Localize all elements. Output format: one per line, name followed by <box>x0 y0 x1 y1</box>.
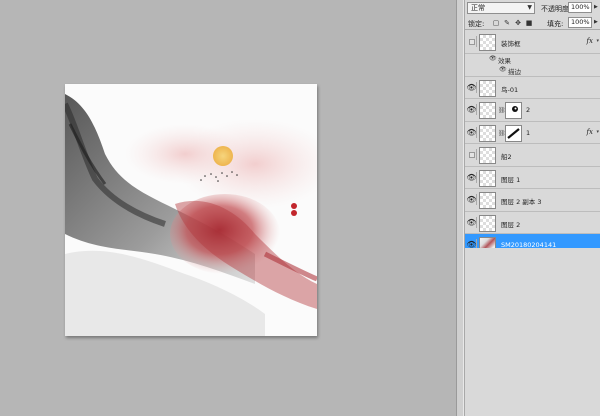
fx-icon[interactable]: fx <box>586 37 593 45</box>
layer-name: 鸟-01 <box>501 85 519 94</box>
layer-name: 1 <box>526 128 531 137</box>
layer-name: 图层 1 <box>501 175 521 184</box>
expand-effects-icon[interactable]: ▾ <box>596 129 599 135</box>
effect-stroke-label: 描边 <box>508 67 521 76</box>
opacity-value: 100% <box>571 3 590 11</box>
layer-thumbnail <box>479 102 496 119</box>
layer-thumbnail <box>479 124 496 142</box>
lock-transparent-icon[interactable]: ▢ <box>492 19 500 27</box>
fill-label: 填充: <box>547 20 564 28</box>
fx-icon[interactable]: fx <box>586 128 593 136</box>
layer-thumbnail <box>479 79 496 97</box>
blend-opacity-row: 正常 ▼ 不透明度: 100% ▶ <box>465 0 600 16</box>
opacity-input[interactable]: 100% <box>568 2 592 13</box>
ink-landscape-artwork <box>65 84 317 336</box>
canvas-workspace[interactable] <box>0 0 456 416</box>
expand-effects-icon[interactable]: ▾ <box>596 38 599 44</box>
eye-icon[interactable]: 👁 <box>466 194 477 205</box>
layer-thumbnail <box>479 34 496 51</box>
layer-name: 2 <box>526 106 531 114</box>
fill-value: 100% <box>571 18 590 26</box>
visibility-toggle[interactable] <box>467 36 477 47</box>
panel-divider[interactable] <box>456 0 464 416</box>
effect-stroke-row[interactable]: 👁 描边 <box>465 64 600 77</box>
layers-panel: 正常 ▼ 不透明度: 100% ▶ 锁定: ▢ ✎ ✥ ■ 填充: 100% ▶… <box>464 0 600 416</box>
layer-row-decoration-frame[interactable]: 装饰框 fx ▾ <box>465 31 600 54</box>
eye-icon[interactable]: 👁 <box>499 66 507 73</box>
sun-shape <box>213 146 233 166</box>
layer-row-layer-1[interactable]: 👁 图层 1 <box>465 166 600 189</box>
blend-mode-value: 正常 <box>471 4 485 12</box>
effects-label: 效果 <box>498 56 511 65</box>
visibility-empty-box <box>468 38 475 45</box>
fill-arrow-icon[interactable]: ▶ <box>594 19 598 25</box>
layer-row-boat[interactable]: 船2 <box>465 144 600 167</box>
layer-thumbnail <box>479 147 496 164</box>
artboard-image[interactable] <box>65 84 317 336</box>
layer-name: 图层 2 副本 3 <box>501 198 542 206</box>
layer-name: 装饰框 <box>501 40 521 48</box>
lock-label: 锁定: <box>468 20 485 28</box>
layers-list: 装饰框 fx ▾ 👁 效果 👁 描边 👁 鸟-01 👁 ⛓ 2 👁 ⛓ 1 fx… <box>465 31 600 257</box>
mask-shape-icon <box>512 106 518 112</box>
eye-icon[interactable]: 👁 <box>489 55 497 62</box>
opacity-label: 不透明度: <box>541 5 572 13</box>
lock-icons: ▢ ✎ ✥ ■ <box>492 19 533 27</box>
lock-all-icon[interactable]: ■ <box>525 19 533 27</box>
lock-fill-row: 锁定: ▢ ✎ ✥ ■ 填充: 100% ▶ <box>465 16 600 30</box>
layers-panel-empty-area <box>465 248 600 416</box>
lock-brush-icon[interactable]: ✎ <box>503 19 511 27</box>
mask-brush-icon <box>507 127 520 139</box>
layer-row-layer-2[interactable]: 👁 图层 2 <box>465 211 600 234</box>
layer-mask-thumbnail[interactable] <box>505 124 522 142</box>
eye-icon[interactable]: 👁 <box>466 104 477 115</box>
lock-move-icon[interactable]: ✥ <box>514 19 522 27</box>
eye-icon[interactable]: 👁 <box>466 171 477 183</box>
visibility-toggle[interactable] <box>467 149 477 160</box>
layer-thumbnail <box>479 169 496 187</box>
layer-row-bird[interactable]: 👁 鸟-01 <box>465 76 600 99</box>
eye-icon[interactable]: 👁 <box>466 81 477 93</box>
opacity-arrow-icon[interactable]: ▶ <box>594 4 598 10</box>
layer-thumbnail <box>479 192 496 209</box>
eye-icon[interactable]: 👁 <box>466 126 477 138</box>
blend-mode-select[interactable]: 正常 ▼ <box>467 2 535 14</box>
layer-mask-thumbnail[interactable] <box>505 102 522 119</box>
chevron-down-icon: ▼ <box>527 4 532 11</box>
layer-name: 船2 <box>501 153 512 161</box>
layer-thumbnail <box>479 214 496 232</box>
eye-icon[interactable]: 👁 <box>466 216 477 228</box>
visibility-empty-box <box>468 151 475 158</box>
layer-row-1[interactable]: 👁 ⛓ 1 fx ▾ <box>465 121 600 144</box>
layer-row-2[interactable]: 👁 ⛓ 2 <box>465 99 600 122</box>
layer-row-layer-2-copy-3[interactable]: 👁 图层 2 副本 3 <box>465 189 600 212</box>
fill-input[interactable]: 100% <box>568 17 592 28</box>
layer-name: 图层 2 <box>501 220 521 229</box>
effects-row[interactable]: 👁 效果 <box>465 53 600 65</box>
